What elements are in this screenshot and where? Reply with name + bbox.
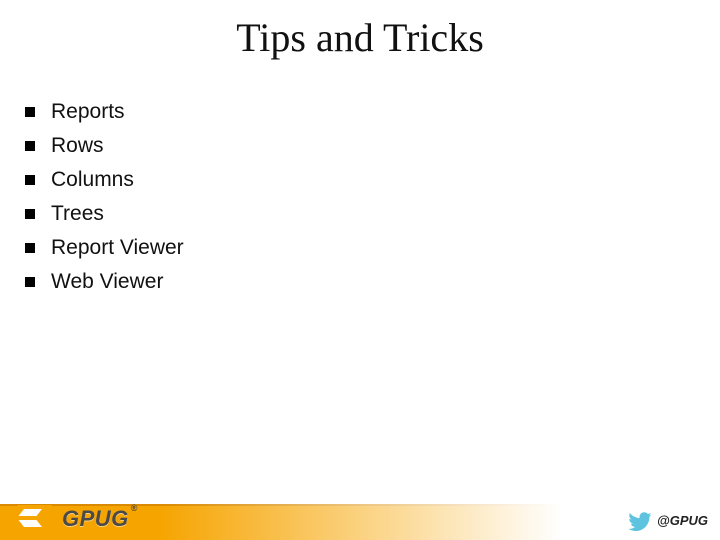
list-item: Rows — [25, 129, 184, 163]
list-item: Report Viewer — [25, 231, 184, 265]
footer: GPUG ® @GPUG — [0, 496, 720, 540]
list-item: Trees — [25, 197, 184, 231]
twitter-icon — [626, 512, 652, 534]
list-item-label: Trees — [51, 202, 104, 226]
twitter-handle: @GPUG — [657, 513, 708, 528]
list-item: Web Viewer — [25, 265, 184, 299]
slide: Tips and Tricks Reports Rows Columns Tre… — [0, 0, 720, 540]
registered-mark: ® — [131, 503, 138, 513]
bullet-icon — [25, 141, 35, 151]
list-item: Reports — [25, 95, 184, 129]
chevron-icon — [18, 503, 60, 533]
list-item-label: Columns — [51, 168, 134, 192]
list-item-label: Reports — [51, 100, 125, 124]
gpug-logo: GPUG ® — [18, 502, 135, 534]
list-item-label: Rows — [51, 134, 104, 158]
slide-title: Tips and Tricks — [0, 14, 720, 61]
bullet-list: Reports Rows Columns Trees Report Viewer… — [25, 95, 184, 299]
list-item-label: Report Viewer — [51, 236, 184, 260]
bullet-icon — [25, 107, 35, 117]
bullet-icon — [25, 175, 35, 185]
list-item: Columns — [25, 163, 184, 197]
bullet-icon — [25, 277, 35, 287]
bullet-icon — [25, 243, 35, 253]
list-item-label: Web Viewer — [51, 270, 163, 294]
logo-text: GPUG — [62, 506, 129, 532]
bullet-icon — [25, 209, 35, 219]
